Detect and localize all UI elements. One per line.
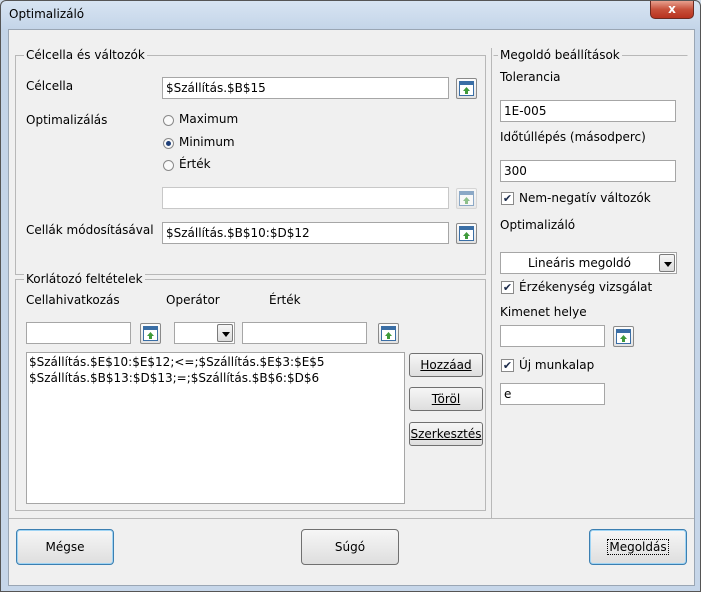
solve-button-label: Megoldás xyxy=(607,539,669,555)
maximum-radio-label: Maximum xyxy=(179,112,239,126)
shrink-dialog-icon xyxy=(381,326,396,341)
minimum-radio[interactable] xyxy=(163,138,174,149)
solver-engine-value: Lineáris megoldó xyxy=(527,256,632,270)
constraints-group: Korlátozó feltételek Cellahivatkozás Ope… xyxy=(15,272,486,511)
value-header: Érték xyxy=(269,293,301,307)
edit-constraint-button[interactable]: Szerkesztés xyxy=(409,422,483,446)
cancel-button[interactable]: Mégse xyxy=(16,529,114,565)
value-radio-label: Érték xyxy=(179,157,211,171)
cell-reference-pick-button[interactable] xyxy=(140,323,161,344)
target-variables-group: Célcella és változók Célcella $Szállítás… xyxy=(15,48,486,275)
list-item[interactable]: $Szállítás.$E$10:$E$12;<=;$Szállítás.$E$… xyxy=(29,354,402,370)
add-constraint-button[interactable]: Hozzáad xyxy=(409,353,483,377)
shrink-dialog-icon xyxy=(143,326,158,341)
target-value-input[interactable] xyxy=(162,187,449,209)
sensitivity-checkbox[interactable]: ✔ xyxy=(501,281,514,294)
output-location-input[interactable] xyxy=(500,325,605,347)
timeout-label: Időtúllépés (másodperc) xyxy=(500,130,646,144)
dialog-client-area: Célcella és változók Célcella $Szállítás… xyxy=(8,29,695,586)
target-cell-pick-button[interactable] xyxy=(456,78,477,99)
nonnegative-checkbox[interactable]: ✔ xyxy=(501,192,514,205)
changing-cells-input[interactable]: $Szállítás.$B$10:$D$12 xyxy=(162,222,449,244)
footer-divider xyxy=(9,518,694,519)
shrink-dialog-icon xyxy=(616,329,631,344)
solve-button[interactable]: Megoldás xyxy=(589,529,687,565)
target-variables-group-title: Célcella és változók xyxy=(24,48,147,62)
timeout-input[interactable]: 300 xyxy=(500,160,676,182)
chevron-down-icon[interactable] xyxy=(659,254,675,272)
solver-dialog-window: Optimalizáló x Célcella és változók Célc… xyxy=(0,0,701,592)
maximum-radio[interactable] xyxy=(163,115,174,126)
solver-engine-select[interactable]: Lineáris megoldó xyxy=(500,252,677,274)
new-sheet-checkbox[interactable]: ✔ xyxy=(501,359,514,372)
cell-reference-header: Cellahivatkozás xyxy=(26,293,120,307)
cell-reference-input[interactable] xyxy=(26,322,131,344)
constraints-group-title: Korlátozó feltételek xyxy=(24,272,145,286)
chevron-down-icon[interactable] xyxy=(217,324,233,342)
constraint-value-pick-button[interactable] xyxy=(378,323,399,344)
list-item[interactable]: $Szállítás.$B$13:$D$13;=;$Szállítás.$B$6… xyxy=(29,370,402,386)
add-constraint-label: Hozzáad xyxy=(420,358,472,372)
solver-settings-group-title: Megoldó beállítások xyxy=(498,48,622,62)
operator-select[interactable] xyxy=(174,322,235,344)
shrink-dialog-icon xyxy=(459,191,474,206)
solver-engine-label: Optimalizáló xyxy=(500,218,576,232)
target-cell-label: Célcella xyxy=(26,79,74,93)
constraint-value-input[interactable] xyxy=(242,322,367,344)
close-button[interactable]: x xyxy=(650,1,694,19)
vertical-divider xyxy=(491,48,492,518)
shrink-dialog-icon xyxy=(459,226,474,241)
changing-cells-label: Cellák módosításával xyxy=(26,223,154,237)
remove-constraint-button[interactable]: Töröl xyxy=(409,387,483,411)
edit-constraint-label: Szerkesztés xyxy=(410,427,482,441)
operator-header: Operátor xyxy=(166,293,220,307)
shrink-dialog-icon xyxy=(459,81,474,96)
help-button[interactable]: Súgó xyxy=(301,529,399,565)
target-cell-input[interactable]: $Szállítás.$B$15 xyxy=(162,77,449,99)
tolerance-input[interactable]: 1E-005 xyxy=(500,100,676,122)
optimize-label: Optimalizálás xyxy=(26,113,108,127)
new-sheet-name-input[interactable]: e xyxy=(500,383,605,405)
minimum-radio-label: Minimum xyxy=(179,135,235,149)
sensitivity-label: Érzékenység vizsgálat xyxy=(519,280,653,294)
output-location-label: Kimenet helye xyxy=(500,305,587,319)
remove-constraint-label: Töröl xyxy=(431,392,461,406)
constraints-list[interactable]: $Szállítás.$E$10:$E$12;<=;$Szállítás.$E$… xyxy=(26,352,405,504)
nonnegative-label: Nem-negatív változók xyxy=(519,191,651,205)
target-value-pick-button[interactable] xyxy=(456,188,477,209)
solver-settings-group: Megoldó beállítások Tolerancia 1E-005 Id… xyxy=(493,48,688,515)
value-radio[interactable] xyxy=(163,160,174,171)
window-title: Optimalizáló xyxy=(9,7,85,21)
output-location-pick-button[interactable] xyxy=(613,326,634,347)
new-sheet-label: Új munkalap xyxy=(519,358,595,372)
tolerance-label: Tolerancia xyxy=(500,70,561,84)
changing-cells-pick-button[interactable] xyxy=(456,223,477,244)
